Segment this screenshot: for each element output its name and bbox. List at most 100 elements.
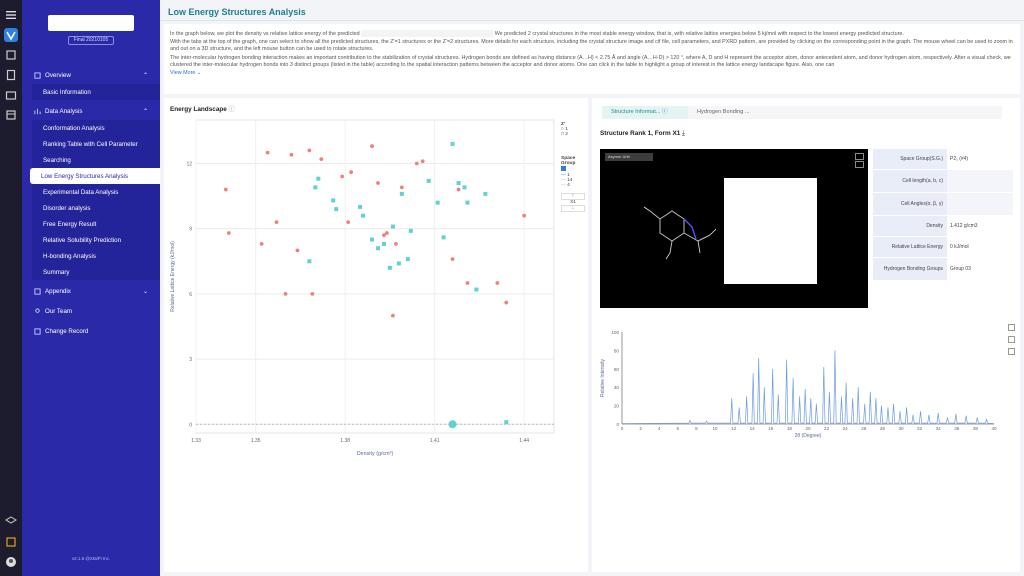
data-point[interactable] (381, 241, 386, 246)
data-point[interactable] (399, 185, 404, 190)
data-point[interactable] (396, 261, 401, 266)
data-point[interactable] (259, 241, 264, 246)
legend-checkbox[interactable] (561, 166, 585, 173)
data-point[interactable] (223, 187, 228, 192)
data-point[interactable] (426, 178, 431, 183)
data-point[interactable] (295, 248, 300, 253)
data-point[interactable] (307, 259, 312, 264)
nav-section-overview[interactable]: Overview ⌃ (22, 68, 160, 82)
crystal-viewer[interactable]: Asymm Unit (600, 149, 868, 308)
description-text: We predicted 2 crystal structures in the… (494, 30, 904, 37)
data-point[interactable] (450, 257, 455, 262)
data-point[interactable] (390, 224, 395, 229)
nav-section-data-analysis[interactable]: Data Analysis ⌃ (22, 104, 160, 118)
layers-icon[interactable] (4, 514, 18, 528)
folder-icon[interactable] (4, 88, 18, 102)
data-point[interactable] (370, 144, 374, 148)
data-point[interactable] (376, 181, 380, 185)
data-point[interactable] (313, 185, 318, 190)
property-key: Space Group(S.G.) (873, 149, 947, 169)
data-point[interactable] (399, 191, 404, 196)
data-point[interactable] (385, 231, 389, 235)
data-point[interactable] (310, 291, 315, 296)
pxrd-chart[interactable]: 0204060801000 2 4 6 8 10 12 14 16 18 20 22 24 26 28 30 3… (592, 324, 1012, 454)
nav-section-our-team[interactable]: Our Team (22, 304, 160, 318)
data-point[interactable] (375, 246, 380, 251)
data-point[interactable] (289, 152, 294, 157)
archive-icon[interactable] (4, 535, 18, 549)
zoom-down-button[interactable]: ↓ (561, 205, 585, 212)
document-icon[interactable] (4, 68, 18, 82)
avatar-icon[interactable] (4, 555, 18, 569)
structure-properties: Space Group(S.G.) P2₁ (#4) Cell length(a… (873, 149, 1013, 280)
tab-structure-information[interactable]: Structure Informat... ⓘ (602, 106, 688, 119)
chevron-up-icon: ⌃ (142, 108, 148, 115)
report-icon[interactable] (4, 28, 18, 42)
data-point[interactable] (462, 185, 467, 190)
data-point[interactable] (340, 174, 345, 179)
nav-item-relative-solubility[interactable]: Relative Solubility Prediction (32, 232, 160, 248)
legend-item-z2[interactable]: □ 2 (561, 132, 568, 137)
data-point[interactable] (349, 170, 354, 175)
data-point[interactable] (316, 176, 321, 181)
data-point[interactable] (405, 257, 410, 262)
data-point[interactable] (435, 200, 440, 205)
data-point[interactable] (361, 213, 366, 218)
energy-landscape-chart[interactable]: 0 3 6 9 12 1.33 1.35 1.38 1.41 1.44 Density (g/cm³… (164, 98, 588, 572)
selected-point[interactable] (448, 420, 457, 429)
data-point[interactable] (441, 235, 446, 240)
data-point[interactable] (414, 161, 419, 166)
data-point[interactable] (370, 237, 375, 242)
data-point[interactable] (450, 141, 455, 146)
download-icon[interactable]: ⤓ (682, 130, 685, 137)
nav-item-basic-information[interactable]: Basic Information (32, 84, 160, 100)
data-point[interactable] (420, 159, 425, 164)
sidebar: Final 20210105 Overview ⌃ Basic Informat… (22, 0, 160, 576)
nav-item-ranking-table[interactable]: Ranking Table with Cell Parameter (32, 136, 160, 152)
data-point[interactable] (307, 148, 312, 153)
nav-item-experimental-data[interactable]: Experimental Data Analysis (32, 184, 160, 200)
nav-item-h-bonding[interactable]: H-bonding Analysis (32, 248, 160, 264)
data-point[interactable] (456, 187, 461, 192)
data-point[interactable] (358, 204, 363, 209)
data-point[interactable] (495, 281, 500, 285)
data-point[interactable] (334, 207, 339, 212)
data-point[interactable] (265, 150, 270, 155)
data-point[interactable] (522, 213, 527, 218)
record-icon (34, 327, 41, 335)
zoom-up-button[interactable]: ↑ (561, 193, 585, 200)
data-point[interactable] (283, 291, 288, 296)
nav-section-appendix[interactable]: Appendix ⌄ (22, 284, 160, 298)
data-point[interactable] (465, 281, 470, 285)
nav-section-change-record[interactable]: Change Record (22, 324, 160, 338)
page-title: Low Energy Structures Analysis (168, 7, 306, 17)
data-point[interactable] (408, 228, 413, 233)
nav-item-low-energy-structures[interactable]: Low Energy Structures Analysis (30, 168, 160, 184)
tab-hydrogen-bonding[interactable]: Hydrogen Bonding ... (688, 106, 759, 119)
data-point[interactable] (274, 220, 279, 225)
data-point[interactable] (387, 265, 392, 270)
menu-icon[interactable] (4, 8, 18, 22)
legend-item-sg4[interactable]: — 4 (561, 183, 585, 188)
nav-item-disorder-analysis[interactable]: Disorder analysis (32, 200, 160, 216)
cube-icon[interactable] (4, 48, 18, 62)
data-point[interactable] (391, 313, 395, 318)
data-point[interactable] (393, 241, 398, 246)
view-more-link[interactable]: View More (170, 70, 195, 76)
pxrd-line (621, 350, 995, 424)
table-icon[interactable] (4, 108, 18, 122)
nav-item-free-energy[interactable]: Free Energy Result (32, 216, 160, 232)
nav-item-summary[interactable]: Summary (32, 264, 160, 280)
data-point[interactable] (504, 300, 509, 305)
data-point[interactable] (319, 157, 324, 162)
data-point[interactable] (483, 191, 488, 196)
data-point[interactable] (504, 420, 509, 425)
nav-item-conformation-analysis[interactable]: Conformation Analysis (32, 120, 160, 136)
data-point[interactable] (465, 200, 470, 205)
data-point[interactable] (474, 287, 479, 292)
nav-item-searching[interactable]: Searching (32, 152, 160, 168)
data-point[interactable] (456, 181, 461, 186)
data-point[interactable] (331, 198, 336, 203)
data-point[interactable] (346, 220, 351, 225)
data-point[interactable] (226, 231, 231, 235)
